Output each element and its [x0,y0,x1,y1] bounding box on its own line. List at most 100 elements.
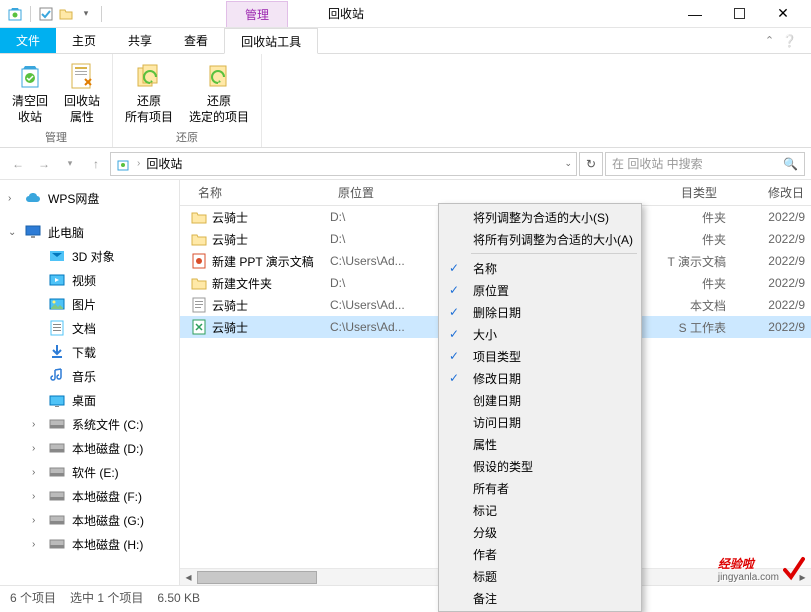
column-context-menu[interactable]: 将列调整为合适的大小(S) 将所有列调整为合适的大小(A) ✓名称✓原位置✓删除… [438,203,642,612]
file-name: 云骑士 [212,231,248,248]
file-type: 件夹 [638,275,726,292]
sidebar-item[interactable]: 视频 [0,268,179,292]
tab-file[interactable]: 文件 [0,28,56,53]
chevron-right-icon[interactable]: › [32,419,42,430]
sidebar-item[interactable]: ›系统文件 (C:) [0,412,179,436]
file-modified: 2022/9 [726,298,811,312]
tab-share[interactable]: 共享 [112,28,168,53]
ctx-item-label: 假设的类型 [473,458,533,475]
column-header-modified[interactable]: 修改日 [726,184,811,201]
sidebar-item[interactable]: 3D 对象 [0,244,179,268]
sidebar-item[interactable]: 图片 [0,292,179,316]
sidebar-item[interactable]: 音乐 [0,364,179,388]
chevron-right-icon[interactable]: › [8,193,18,204]
ctx-column-toggle[interactable]: ✓原位置 [441,279,639,301]
tree-item-icon [48,463,66,481]
ctx-column-toggle[interactable]: 创建日期 [441,389,639,411]
ctx-size-all-to-fit[interactable]: 将所有列调整为合适的大小(A) [441,228,639,250]
close-button[interactable]: ✕ [775,6,791,22]
empty-recycle-bin-button[interactable]: 清空回 收站 [6,58,54,127]
search-input[interactable] [612,157,783,171]
scroll-left-icon[interactable]: ◂ [180,570,197,584]
ribbon-collapse-icon[interactable]: ⌃ [765,34,774,47]
ctx-column-toggle[interactable]: ✓删除日期 [441,301,639,323]
ctx-column-toggle[interactable]: ✓修改日期 [441,367,639,389]
sidebar-item[interactable]: ›软件 (E:) [0,460,179,484]
maximize-button[interactable] [731,6,747,22]
minimize-button[interactable]: — [687,6,703,22]
address-dropdown-icon[interactable]: ⌄ [564,158,572,169]
nav-recent-dropdown[interactable]: ▾ [58,152,82,176]
ctx-column-toggle[interactable]: ✓大小 [441,323,639,345]
sidebar-item[interactable]: ›本地磁盘 (H:) [0,532,179,556]
chevron-right-icon[interactable]: › [32,467,42,478]
chevron-right-icon[interactable]: › [32,515,42,526]
breadcrumb-location[interactable]: 回收站 [146,155,182,172]
sidebar-item-label: 桌面 [72,392,96,409]
sidebar-item[interactable]: › 本地磁盘 (G:) [0,508,179,532]
sidebar-item[interactable]: 文档 [0,316,179,340]
recycle-bin-properties-button[interactable]: 回收站 属性 [58,58,106,127]
sidebar-item[interactable]: ›本地磁盘 (F:) [0,484,179,508]
help-icon[interactable]: ❔ [782,34,797,48]
navigation-pane[interactable]: › WPS网盘 ⌄ 此电脑 3D 对象视频图片文档下载音乐桌面 ›系统文件 (C:… [0,180,180,585]
search-box[interactable]: 🔍 [605,152,805,176]
restore-all-button[interactable]: 还原 所有项目 [119,58,179,127]
column-header-type[interactable]: 目类型 [638,184,726,201]
contextual-tab-manage[interactable]: 管理 [226,1,288,27]
tree-item-icon [48,343,66,361]
file-modified: 2022/9 [726,320,811,334]
tab-recycle-tools[interactable]: 回收站工具 [224,28,318,54]
ctx-column-toggle[interactable]: 分级 [441,521,639,543]
ctx-column-toggle[interactable]: 访问日期 [441,411,639,433]
file-modified: 2022/9 [726,254,811,268]
nav-back-button[interactable]: ← [6,152,30,176]
chevron-right-icon[interactable]: › [32,491,42,502]
sidebar-item[interactable]: 桌面 [0,388,179,412]
sidebar-item-label: 音乐 [72,368,96,385]
chevron-right-icon[interactable]: › [32,443,42,454]
dropdown-icon[interactable]: ▾ [77,5,95,23]
restore-selected-icon [203,60,235,92]
file-type-icon [190,252,208,270]
nav-forward-button[interactable]: → [32,152,56,176]
ctx-column-toggle[interactable]: 备注 [441,587,639,609]
address-bar[interactable]: › 回收站 ⌄ [110,152,577,176]
ctx-column-toggle[interactable]: 所有者 [441,477,639,499]
column-header-location[interactable]: 原位置 [330,184,438,201]
tab-view[interactable]: 查看 [168,28,224,53]
restore-selected-button[interactable]: 还原 选定的项目 [183,58,255,127]
breadcrumb-chevron-icon[interactable]: › [137,158,140,169]
sidebar-item-label: 本地磁盘 (G:) [72,512,144,529]
recycle-bin-small-icon [115,156,131,172]
status-item-count: 6 个项目 [10,589,56,606]
ctx-column-toggle[interactable]: 作者 [441,543,639,565]
sidebar-item-this-pc[interactable]: ⌄ 此电脑 [0,220,179,244]
ctx-column-toggle[interactable]: 标题 [441,565,639,587]
cloud-icon [24,189,42,207]
nav-up-button[interactable]: ↑ [84,152,108,176]
ctx-column-toggle[interactable]: ✓项目类型 [441,345,639,367]
ctx-item-label: 分级 [473,524,497,541]
checkbox-icon[interactable] [37,5,55,23]
scrollbar-thumb[interactable] [197,571,317,584]
ctx-size-to-fit[interactable]: 将列调整为合适的大小(S) [441,206,639,228]
ctx-column-toggle[interactable]: 假设的类型 [441,455,639,477]
tab-home[interactable]: 主页 [56,28,112,53]
chevron-down-icon[interactable]: ⌄ [8,227,18,238]
ctx-column-toggle[interactable]: ✓名称 [441,257,639,279]
ctx-column-toggle[interactable]: 标记 [441,499,639,521]
folder-small-icon[interactable] [57,5,75,23]
refresh-button[interactable]: ↻ [579,152,603,176]
ctx-item-label: 名称 [473,260,497,277]
file-type-icon [190,208,208,226]
recycle-bin-icon[interactable] [6,5,24,23]
search-icon[interactable]: 🔍 [783,157,798,171]
sidebar-item[interactable]: 下载 [0,340,179,364]
file-type: T 演示文稿 [638,253,726,270]
chevron-right-icon[interactable]: › [32,539,42,550]
sidebar-item[interactable]: ›本地磁盘 (D:) [0,436,179,460]
column-header-name[interactable]: 名称 [190,184,330,201]
ctx-column-toggle[interactable]: 属性 [441,433,639,455]
sidebar-item-wps[interactable]: › WPS网盘 [0,186,179,210]
